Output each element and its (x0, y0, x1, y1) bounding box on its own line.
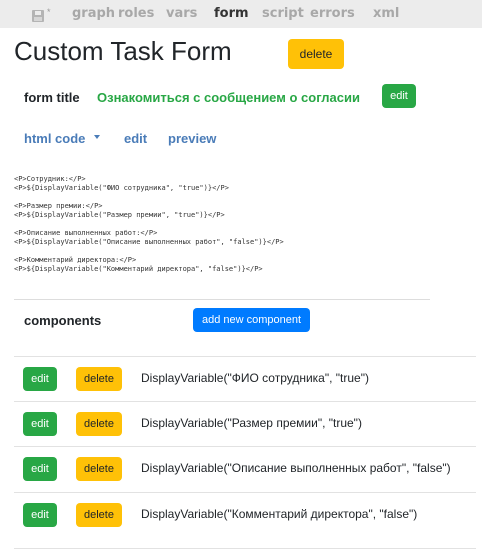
tab-form[interactable]: form (214, 6, 249, 21)
row-divider (14, 401, 476, 402)
row-divider (14, 446, 476, 447)
tab-graph[interactable]: graph (72, 6, 115, 21)
edit-component-button[interactable]: edit (23, 457, 57, 481)
components-heading: components (24, 313, 102, 328)
tab-html-preview[interactable]: preview (168, 131, 216, 146)
page-title: Custom Task Form (14, 36, 232, 66)
delete-component-button[interactable]: delete (76, 457, 122, 481)
delete-component-button[interactable]: delete (76, 412, 122, 436)
row-divider (14, 492, 476, 493)
html-code-block: <P>Сотрудник:</P> <P>${DisplayVariable("… (14, 175, 284, 273)
delete-component-button[interactable]: delete (76, 503, 122, 527)
component-text: DisplayVariable("Размер премии", "true") (141, 416, 362, 430)
row-divider (14, 548, 476, 549)
chevron-down-icon[interactable] (94, 135, 100, 139)
form-title-value: Ознакомиться с сообщением о согласии (97, 90, 360, 105)
save-icon[interactable] (32, 10, 44, 22)
tab-html-edit[interactable]: edit (124, 131, 147, 146)
tab-script[interactable]: script (262, 6, 304, 21)
edit-component-button[interactable]: edit (23, 367, 57, 391)
row-divider (14, 356, 476, 357)
tab-xml[interactable]: xml (373, 6, 399, 21)
component-text: DisplayVariable("Комментарий директора",… (141, 507, 418, 521)
tab-roles[interactable]: roles (118, 6, 154, 21)
unsaved-marker: * (47, 7, 51, 17)
delete-form-button[interactable]: delete (288, 39, 344, 69)
top-nav-bar: * graph roles vars form script errors xm… (0, 0, 482, 28)
delete-component-button[interactable]: delete (76, 367, 122, 391)
edit-form-title-button[interactable]: edit (382, 84, 416, 108)
form-title-label: form title (24, 90, 80, 105)
tab-html-code[interactable]: html code (24, 131, 85, 146)
tab-vars[interactable]: vars (166, 6, 197, 21)
edit-component-button[interactable]: edit (23, 412, 57, 436)
tab-errors[interactable]: errors (310, 6, 355, 21)
add-component-button[interactable]: add new component (193, 308, 310, 332)
divider (14, 299, 430, 300)
component-text: DisplayVariable("ФИО сотрудника", "true"… (141, 371, 369, 385)
edit-component-button[interactable]: edit (23, 503, 57, 527)
component-text: DisplayVariable("Описание выполненных ра… (141, 461, 451, 475)
